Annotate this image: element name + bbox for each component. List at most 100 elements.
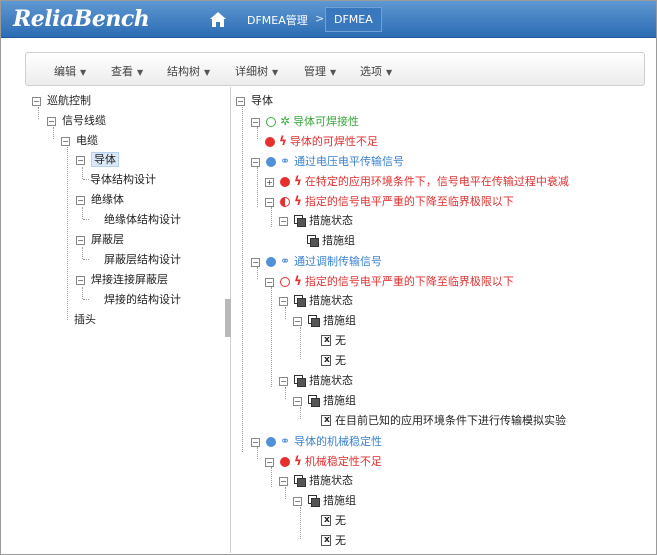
expand-toggle[interactable]: + [265, 178, 274, 187]
detail-tree-panel: − 导体 − ✲ 导体可焊接性 ϟ 导体的可焊性不足 − ⚭ 通过电压电平传输信号 + ϟ 在特… [233, 87, 656, 553]
action-item-none[interactable]: 无 [321, 533, 346, 548]
collapse-toggle[interactable]: − [293, 317, 302, 326]
tree-node-solder-shield[interactable]: − 焊接连接屏蔽层 [76, 273, 168, 287]
status-circle-icon [266, 117, 276, 127]
action-group[interactable]: 措施组 [307, 234, 355, 248]
tree-node-plug[interactable]: 插头 [74, 313, 96, 327]
toolbar: 编辑 ▼ 查看 ▼ 结构树 ▼ 详细树 ▼ 管理 ▼ 选项 ▼ [25, 52, 645, 86]
detail-node-conductor[interactable]: − 导体 [236, 94, 273, 108]
function-voltage-level-transmission[interactable]: − ⚭ 通过电压电平传输信号 [251, 154, 404, 169]
stack-icon [294, 475, 306, 487]
collapse-toggle[interactable]: − [61, 137, 70, 146]
tree-node-shield-design[interactable]: 屏蔽层结构设计 [104, 253, 181, 267]
action-group[interactable]: − 措施组 [293, 394, 356, 408]
lightning-icon: ϟ [294, 194, 302, 208]
menu-detail-tree[interactable]: 详细树 ▼ [235, 63, 278, 79]
action-status[interactable]: − 措施状态 [279, 474, 353, 488]
failure-signal-attenuation[interactable]: + ϟ 在特定的应用环境条件下，信号电平在传输过程中衰减 [265, 174, 569, 189]
app-window: ReliaBench DFMEA管理 > DFMEA 编辑 ▼ 查看 ▼ 结构树 ▼ … [0, 0, 657, 555]
collapse-toggle[interactable]: − [251, 258, 260, 267]
menu-options[interactable]: 选项 ▼ [360, 63, 392, 79]
collapse-toggle[interactable]: − [236, 97, 245, 106]
collapse-toggle[interactable]: − [251, 158, 260, 167]
collapse-toggle[interactable]: − [265, 278, 274, 287]
action-group[interactable]: − 措施组 [293, 494, 356, 508]
risk-low-icon [280, 277, 290, 287]
collapse-toggle[interactable]: − [251, 118, 260, 127]
stack-icon [308, 495, 320, 507]
document-x-icon [321, 413, 331, 427]
action-item-simulation[interactable]: 在目前已知的应用环境条件下进行传输模拟实验 [321, 413, 566, 428]
lightning-icon: ϟ [294, 454, 302, 468]
breadcrumb-dfmea[interactable]: DFMEA [325, 7, 382, 32]
tree-node-cruise-control[interactable]: − 巡航控制 [32, 94, 91, 108]
collapse-toggle[interactable]: − [76, 236, 85, 245]
caret-down-icon: ▼ [204, 68, 211, 77]
tree-node-cable[interactable]: − 电缆 [61, 134, 98, 148]
document-x-icon [321, 333, 331, 347]
collapse-toggle[interactable]: − [32, 97, 41, 106]
document-x-icon [321, 513, 331, 527]
caret-down-icon: ▼ [272, 68, 279, 77]
collapse-toggle[interactable]: − [279, 297, 288, 306]
menu-structure-tree[interactable]: 结构树 ▼ [167, 63, 210, 79]
caret-down-icon: ▼ [330, 68, 337, 77]
collapse-toggle[interactable]: − [279, 217, 288, 226]
tree-node-solder-design[interactable]: 焊接的结构设计 [104, 293, 181, 307]
home-icon[interactable] [209, 11, 227, 28]
action-status[interactable]: − 措施状态 [279, 374, 353, 388]
link-icon: ⚭ [280, 434, 291, 448]
tree-node-insulator[interactable]: − 绝缘体 [76, 193, 124, 207]
collapse-toggle[interactable]: − [76, 276, 85, 285]
status-dot-icon [266, 257, 276, 267]
tree-node-signal-cable[interactable]: − 信号线缆 [47, 114, 106, 128]
action-status[interactable]: − 措施状态 [279, 294, 353, 308]
stack-icon [294, 215, 306, 227]
function-modulation-transmission[interactable]: − ⚭ 通过调制传输信号 [251, 254, 382, 269]
collapse-toggle[interactable]: − [47, 117, 56, 126]
failure-mechanical-stability[interactable]: − ϟ 机械稳定性不足 [265, 454, 382, 469]
document-x-icon [321, 533, 331, 547]
lightning-icon: ϟ [294, 274, 302, 288]
document-x-icon [321, 353, 331, 367]
stack-icon [294, 375, 306, 387]
risk-high-icon [280, 457, 290, 467]
stack-icon [307, 235, 319, 247]
panel-splitter[interactable] [225, 299, 231, 337]
collapse-toggle[interactable]: − [293, 397, 302, 406]
action-status[interactable]: − 措施状态 [279, 214, 353, 228]
collapse-toggle[interactable]: − [251, 438, 260, 447]
failure-signal-drop-2[interactable]: − ϟ 指定的信号电平严重的下降至临界极限以下 [265, 274, 514, 289]
gear-icon: ✲ [280, 114, 291, 128]
structure-tree-panel: − 巡航控制 − 信号线缆 − 电缆 − 导体 导体结构设计 − 绝缘体 绝缘体结构设计 … [24, 87, 231, 553]
collapse-toggle[interactable]: − [265, 198, 274, 207]
top-bar: ReliaBench DFMEA管理 > DFMEA [1, 1, 656, 38]
function-mechanical-stability[interactable]: − ⚭ 导体的机械稳定性 [251, 434, 382, 449]
tree-node-conductor-design[interactable]: 导体结构设计 [90, 173, 156, 187]
failure-insufficient-solderability[interactable]: ϟ 导体的可焊性不足 [265, 134, 378, 149]
collapse-toggle[interactable]: − [76, 156, 85, 165]
stack-icon [308, 315, 320, 327]
risk-high-icon [280, 177, 290, 187]
tree-node-insulator-design[interactable]: 绝缘体结构设计 [104, 213, 181, 227]
lightning-icon: ϟ [294, 174, 302, 188]
collapse-toggle[interactable]: − [279, 477, 288, 486]
stack-icon [294, 295, 306, 307]
collapse-toggle[interactable]: − [76, 196, 85, 205]
action-group[interactable]: − 措施组 [293, 314, 356, 328]
collapse-toggle[interactable]: − [265, 458, 274, 467]
function-solderability[interactable]: − ✲ 导体可焊接性 [251, 114, 359, 129]
tree-node-shield-layer[interactable]: − 屏蔽层 [76, 233, 124, 247]
action-item-none[interactable]: 无 [321, 333, 346, 348]
tree-node-conductor[interactable]: − 导体 [76, 152, 119, 167]
menu-edit[interactable]: 编辑 ▼ [54, 63, 86, 79]
menu-view[interactable]: 查看 ▼ [111, 63, 143, 79]
collapse-toggle[interactable]: − [293, 497, 302, 506]
breadcrumb-dfmea-management[interactable]: DFMEA管理 [247, 12, 308, 28]
menu-manage[interactable]: 管理 ▼ [304, 63, 336, 79]
failure-signal-drop[interactable]: − ϟ 指定的信号电平严重的下降至临界极限以下 [265, 194, 514, 209]
collapse-toggle[interactable]: − [279, 377, 288, 386]
stack-icon [308, 395, 320, 407]
action-item-none[interactable]: 无 [321, 513, 346, 528]
action-item-none[interactable]: 无 [321, 353, 346, 368]
